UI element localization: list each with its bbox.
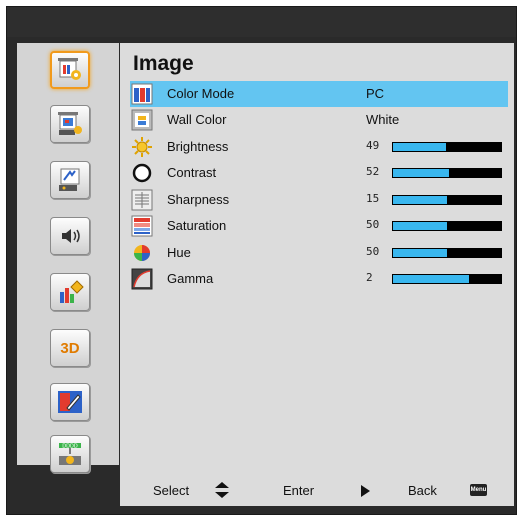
interactive-pen-icon — [58, 391, 82, 413]
back-hint-label: Back — [408, 483, 437, 498]
sidebar-item-interactive[interactable] — [50, 383, 90, 421]
top-bar — [7, 7, 516, 37]
contrast-icon — [132, 163, 152, 183]
menu-row-gamma[interactable]: Gamma 2 — [130, 266, 508, 292]
menu-row-color-mode[interactable]: Color Mode PC — [130, 81, 508, 107]
brightness-slider[interactable] — [392, 142, 502, 152]
gamma-slider[interactable] — [392, 274, 502, 284]
wall-color-icon — [131, 109, 153, 131]
select-hint-label: Select — [153, 483, 190, 498]
page-title: Image — [133, 52, 194, 75]
menu-row-saturation[interactable]: Saturation 50 — [130, 213, 508, 239]
osd-window: 3D DDDD Image Color Mode PC Wall Color W… — [6, 6, 517, 515]
sidebar-item-3d[interactable]: 3D — [50, 329, 90, 367]
sidebar-item-setup[interactable] — [50, 161, 90, 199]
sidebar-item-display[interactable] — [50, 105, 90, 143]
right-arrow-icon — [361, 485, 370, 497]
hue-slider[interactable] — [392, 248, 502, 258]
row-label: Gamma — [167, 271, 214, 286]
enter-hint-label: Enter — [283, 483, 315, 498]
menu-row-contrast[interactable]: Contrast 52 — [130, 160, 508, 186]
sidebar-menu: 3D DDDD — [17, 43, 119, 473]
network-icon: DDDD — [59, 443, 81, 465]
saturation-icon — [131, 215, 153, 237]
color-mode-icon — [131, 83, 153, 105]
sidebar-item-network[interactable]: DDDD — [50, 435, 90, 473]
sharpness-icon — [131, 189, 153, 211]
row-value: 52 — [366, 165, 380, 178]
menu-row-hue[interactable]: Hue 50 — [130, 240, 508, 266]
menu-row-brightness[interactable]: Brightness 49 — [130, 134, 508, 160]
display-settings-icon — [58, 112, 82, 135]
menu-row-wall-color[interactable]: Wall Color White — [130, 107, 508, 133]
image-settings-icon — [58, 58, 81, 80]
sidebar-item-options[interactable] — [50, 273, 90, 311]
brightness-sun-icon — [132, 137, 152, 157]
row-label: Sharpness — [167, 192, 230, 207]
row-value: 15 — [366, 192, 380, 205]
row-value: PC — [366, 86, 385, 101]
row-label: Saturation — [167, 218, 227, 233]
row-value: 50 — [366, 218, 380, 231]
sidebar-item-volume[interactable] — [50, 217, 90, 255]
up-down-arrows-icon — [215, 482, 229, 498]
volume-icon — [62, 229, 80, 243]
saturation-slider[interactable] — [392, 221, 502, 231]
setup-icon — [59, 168, 80, 191]
row-label: Contrast — [167, 165, 217, 180]
gamma-icon — [131, 268, 153, 290]
row-label: Brightness — [167, 139, 229, 154]
row-value: 2 — [366, 271, 373, 284]
row-label: Hue — [167, 245, 191, 260]
row-label: Color Mode — [167, 86, 235, 101]
row-label: Wall Color — [167, 112, 227, 127]
footer-hints: Select Enter Back Menu — [120, 475, 514, 505]
contrast-slider[interactable] — [392, 168, 502, 178]
hue-icon — [134, 245, 150, 261]
options-icon — [60, 280, 84, 303]
3d-icon: 3D — [60, 339, 80, 357]
row-value: 50 — [366, 245, 380, 258]
row-value: 49 — [366, 139, 380, 152]
row-value: White — [366, 112, 400, 127]
sidebar-item-image[interactable] — [50, 51, 90, 89]
sharpness-slider[interactable] — [392, 195, 502, 205]
image-settings-panel: Image Color Mode PC Wall Color White Bri… — [120, 43, 514, 506]
menu-row-sharpness[interactable]: Sharpness 15 — [130, 187, 508, 213]
menu-button-icon: Menu — [470, 484, 487, 496]
